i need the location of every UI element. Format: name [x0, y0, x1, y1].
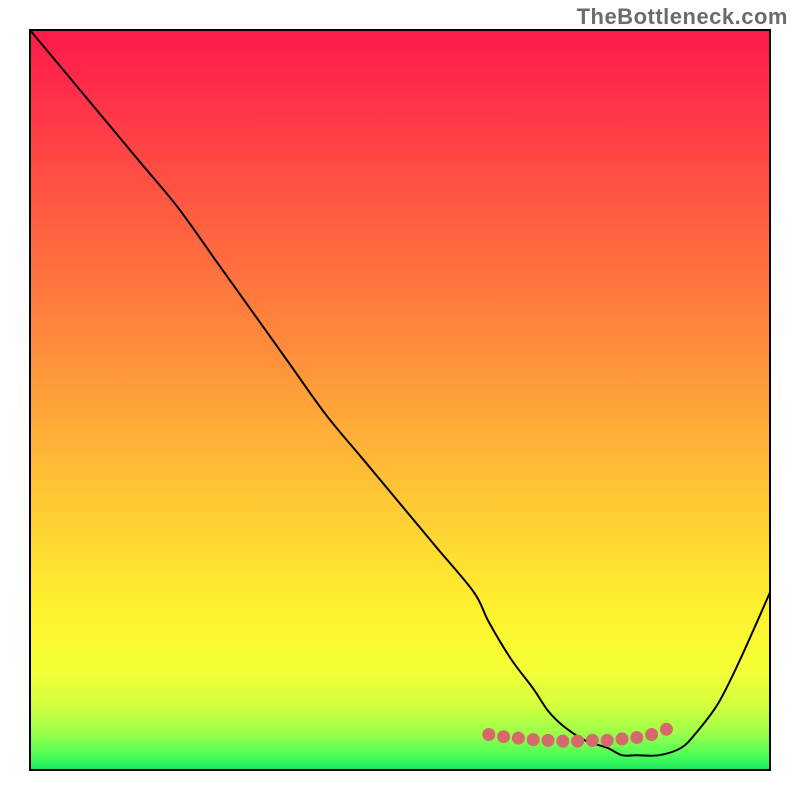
bottleneck-chart — [0, 0, 800, 800]
bottleneck-marker — [482, 728, 495, 741]
bottleneck-marker — [660, 723, 673, 736]
bottleneck-marker — [645, 728, 658, 741]
bottleneck-marker — [497, 730, 510, 743]
bottleneck-marker — [601, 734, 614, 747]
bottleneck-marker — [527, 733, 540, 746]
bottleneck-marker — [586, 734, 599, 747]
bottleneck-marker — [571, 735, 584, 748]
plot-background — [30, 30, 770, 770]
bottleneck-marker — [556, 735, 569, 748]
chart-stage: TheBottleneck.com — [0, 0, 800, 800]
bottleneck-marker — [630, 731, 643, 744]
bottleneck-marker — [616, 732, 629, 745]
bottleneck-marker — [542, 734, 555, 747]
bottleneck-marker — [512, 732, 525, 745]
